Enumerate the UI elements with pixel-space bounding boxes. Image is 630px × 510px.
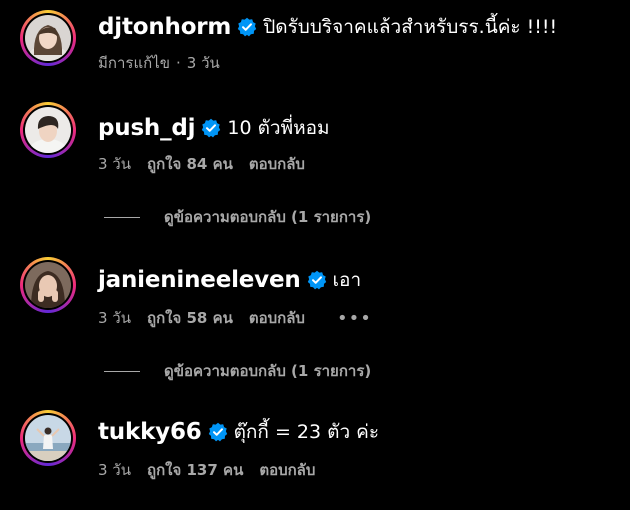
comment-item: djtonhorm ปิดรับบริจาคแล้วสำหรับรร.นี้ค่… (0, 0, 630, 90)
view-replies-label: ดูข้อความตอบกลับ (1 รายการ) (164, 362, 372, 380)
edited-label: มีการแก้ไข (98, 54, 170, 72)
verified-badge-icon (237, 17, 258, 37)
avatar[interactable] (20, 10, 76, 66)
comment-text: ตุ๊กกี้ = 23 ตัว ค่ะ (233, 421, 380, 443)
view-replies-label: ดูข้อความตอบกลับ (1 รายการ) (164, 208, 372, 226)
comment-text: ปิดรับบริจาคแล้วสำหรับรร.นี้ค่ะ !!!! (263, 16, 558, 38)
comment-text: 10 ตัวพี่หอม (227, 117, 330, 139)
meta-separator: · (176, 54, 181, 72)
verified-badge-icon (306, 270, 327, 290)
reply-button[interactable]: ตอบกลับ (259, 458, 315, 482)
comment-time: 3 วัน (98, 309, 131, 327)
comment-item: tukky66 ตุ๊กกี้ = 23 ตัว ค่ะ 3 วัน ถูกใจ… (0, 403, 630, 510)
likes-count[interactable]: ถูกใจ 58 คน (147, 306, 233, 330)
comment-username[interactable]: tukky66 (98, 419, 202, 445)
verified-badge-icon (201, 118, 222, 138)
avatar[interactable] (20, 257, 76, 313)
comment-time: 3 วัน (98, 155, 131, 173)
likes-count[interactable]: ถูกใจ 137 คน (147, 458, 243, 482)
comment-item: janienineeleven เอา 3 วัน ถูกใจ 58 คน ตอ… (0, 250, 630, 390)
reply-button[interactable]: ตอบกลับ (249, 306, 305, 330)
reply-button[interactable]: ตอบกลับ (249, 152, 305, 176)
comment-text: เอา (332, 269, 362, 291)
view-replies-button[interactable]: ดูข้อความตอบกลับ (1 รายการ) (104, 359, 371, 383)
more-options-icon[interactable]: ••• (337, 308, 372, 329)
comment-username[interactable]: push_dj (98, 115, 196, 141)
likes-count[interactable]: ถูกใจ 84 คน (147, 152, 233, 176)
comment-time: 3 วัน (186, 54, 220, 72)
avatar[interactable] (20, 102, 76, 158)
replies-divider (104, 370, 140, 372)
comment-username[interactable]: janienineeleven (98, 267, 301, 293)
comment-time: 3 วัน (98, 461, 131, 479)
view-replies-button[interactable]: ดูข้อความตอบกลับ (1 รายการ) (104, 205, 371, 229)
verified-badge-icon (207, 422, 228, 442)
comment-username[interactable]: djtonhorm (98, 14, 231, 40)
replies-divider (104, 216, 140, 218)
avatar[interactable] (20, 410, 76, 466)
comment-item: push_dj 10 ตัวพี่หอม 3 วัน ถูกใจ 84 คน ต… (0, 95, 630, 235)
